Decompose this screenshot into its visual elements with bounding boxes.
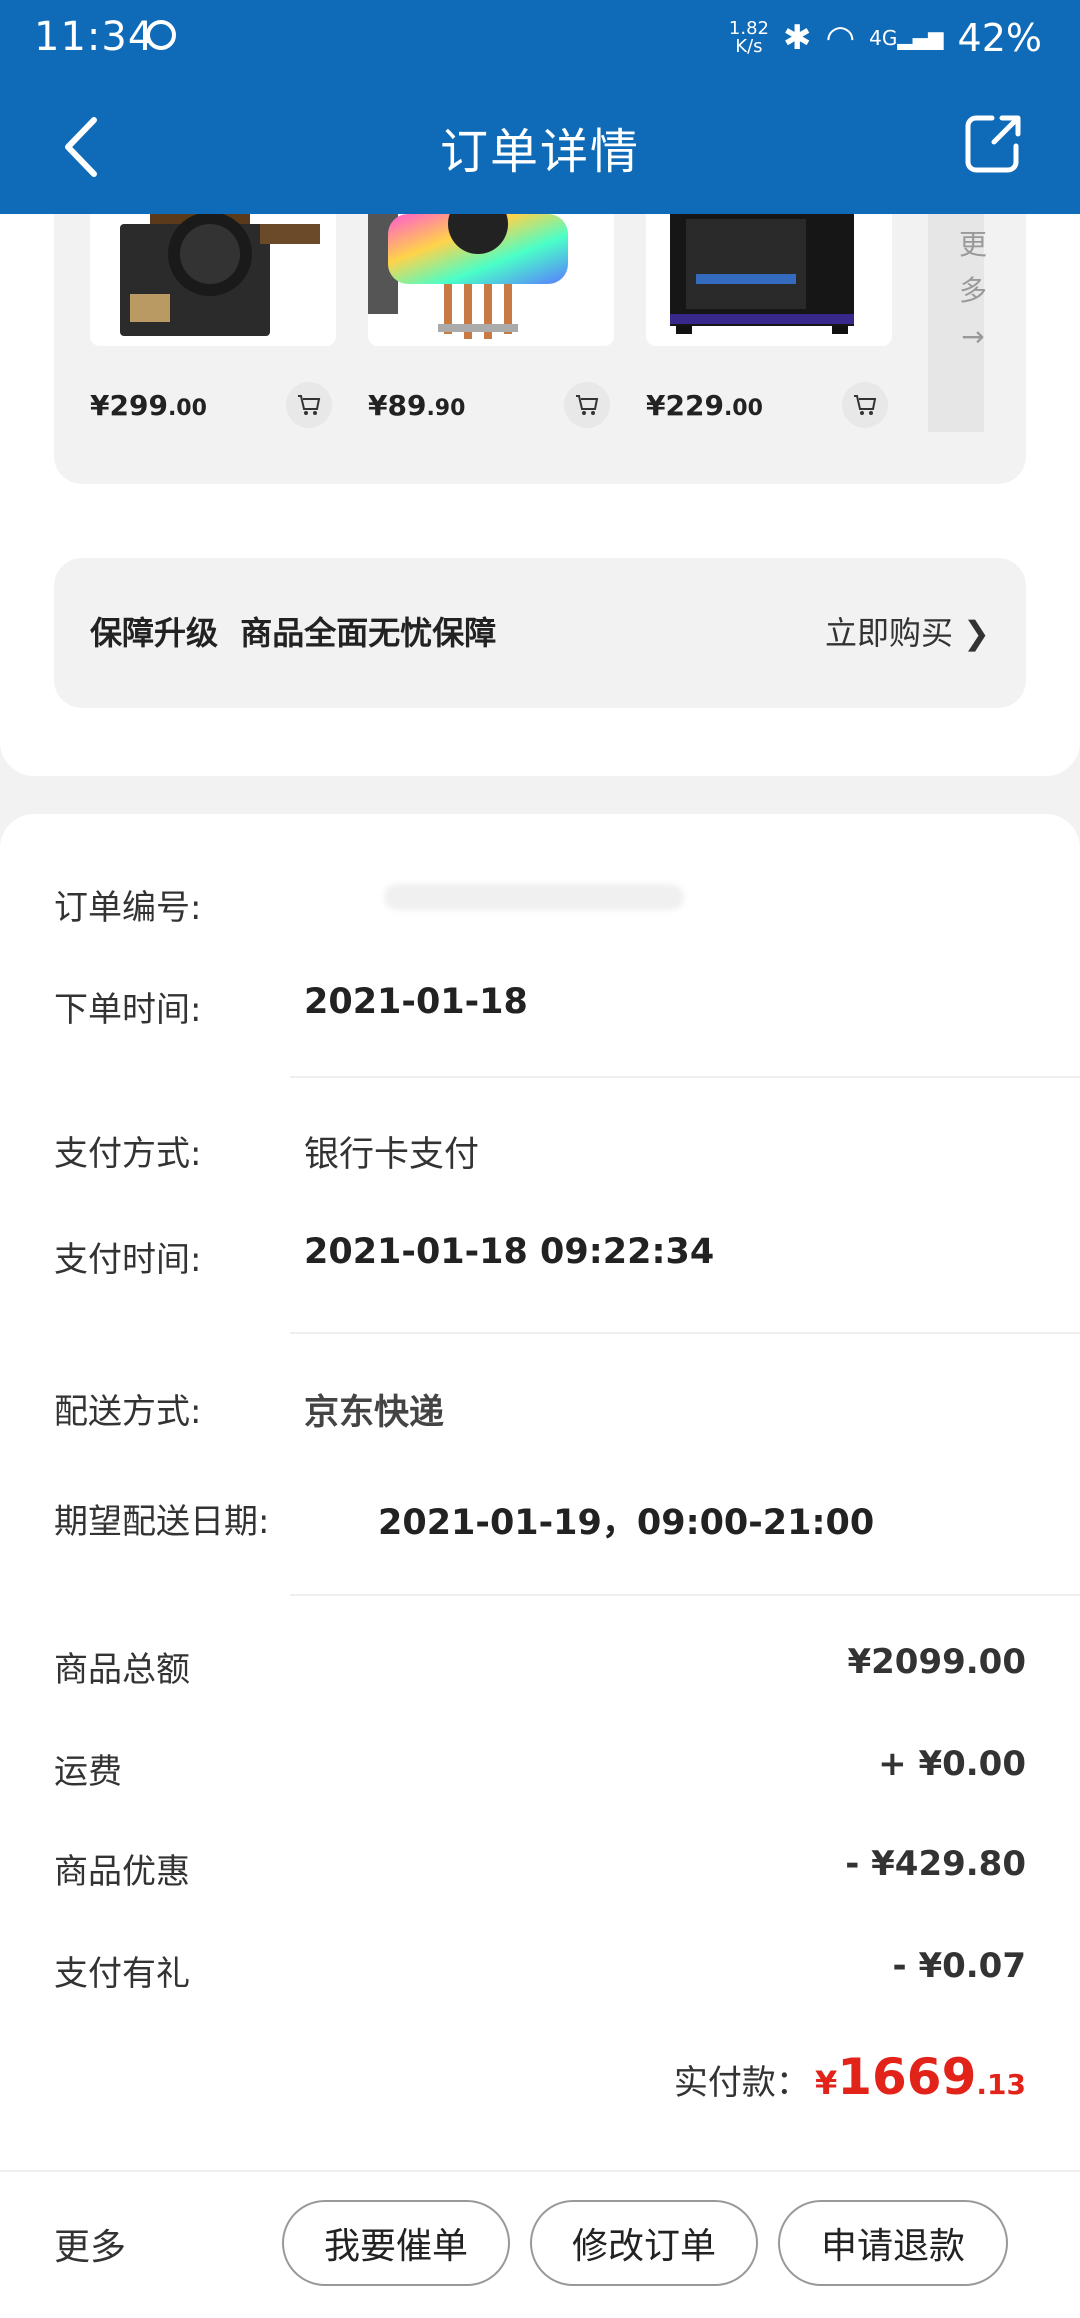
fee-value: - ¥429.80 [845,1844,1026,1884]
more-products-link[interactable]: 更多 → [958,222,988,360]
fee-value: ¥2099.00 [847,1642,1026,1682]
fee-label: 支付有礼 [54,1954,190,1994]
recommend-card: ¥299.00 ¥89.90 ¥229.00 更多 → 保障升级 商品全面无忧保… [0,214,1080,776]
page-title: 订单详情 [439,124,640,180]
add-to-cart-button[interactable] [842,382,888,428]
delivery-label: 配送方式: [54,1392,202,1432]
network-speed: 1.82 K/s [728,18,769,57]
fee-label: 运费 [54,1752,122,1792]
divider [290,1076,1080,1078]
fee-value: + ¥0.00 [878,1744,1026,1784]
expect-date-label: 期望配送日期: [54,1502,270,1542]
buy-now-link[interactable]: 立即购买 ❯ [825,608,990,654]
pay-method-label: 支付方式: [54,1134,202,1174]
pay-time-label: 支付时间: [54,1240,202,1280]
order-info-card: 订单编号: 下单时间: 2021-01-18 支付方式: 银行卡支付 支付时间:… [0,814,1080,2170]
recommend-list: ¥299.00 ¥89.90 ¥229.00 [54,214,1026,484]
total-amount: ¥1669.13 [814,2048,1026,2106]
share-icon[interactable] [964,112,1024,176]
insurance-banner[interactable]: 保障升级 商品全面无忧保障 立即购买 ❯ [54,558,1026,708]
product-price: ¥229.00 [646,389,763,422]
add-to-cart-button[interactable] [564,382,610,428]
fee-label: 商品总额 [54,1650,190,1690]
expect-date-value: 2021-01-19，09:00-21:00 [378,1503,875,1543]
product-price: ¥89.90 [368,389,466,422]
nfc-icon [146,20,176,50]
status-right: 1.82 K/s ✱ ◠ 4G▂▄▆ 42% [729,16,1042,60]
cart-icon [298,395,321,415]
product-image[interactable] [368,214,614,346]
order-time-value: 2021-01-18 [304,982,528,1022]
signal-icon: 4G▂▄▆ [869,26,944,50]
refund-button[interactable]: 申请退款 [778,2200,1008,2286]
cart-icon [576,395,599,415]
total-paid: 实付款： ¥1669.13 [674,2048,1026,2106]
modify-order-button[interactable]: 修改订单 [530,2200,758,2286]
pay-method-value: 银行卡支付 [304,1135,480,1175]
product-image[interactable] [646,214,892,346]
urge-order-button[interactable]: 我要催单 [282,2200,510,2286]
divider [290,1594,1080,1596]
battery-text: 42% [957,16,1042,60]
product-price: ¥299.00 [90,389,207,422]
pay-time-value: 2021-01-18 09:22:34 [304,1232,715,1272]
order-time-label: 下单时间: [54,990,202,1030]
fee-value: - ¥0.07 [892,1946,1027,1986]
insurance-title: 保障升级 商品全面无忧保障 [90,614,497,652]
bluetooth-icon: ✱ [782,18,812,58]
delivery-value: 京东快递 [304,1393,445,1433]
divider [290,1332,1080,1334]
total-label: 实付款： [673,2063,810,2103]
cart-icon [854,395,877,415]
order-no-label: 订单编号: [54,888,202,928]
add-to-cart-button[interactable] [286,382,332,428]
bottom-action-bar: 更多 我要催单 修改订单 申请退款 [0,2170,1080,2318]
app-header: 订单详情 [0,82,1080,214]
more-button[interactable]: 更多 [54,2218,126,2270]
fee-label: 商品优惠 [54,1852,190,1892]
wifi-icon: ◠ [825,18,856,58]
status-time: 11:34 [34,14,155,60]
order-no-redacted [384,884,684,910]
arrow-right-icon: → [961,320,985,353]
product-image[interactable] [90,214,336,346]
status-bar: 11:34 1.82 K/s ✱ ◠ 4G▂▄▆ 42% [0,0,1080,82]
